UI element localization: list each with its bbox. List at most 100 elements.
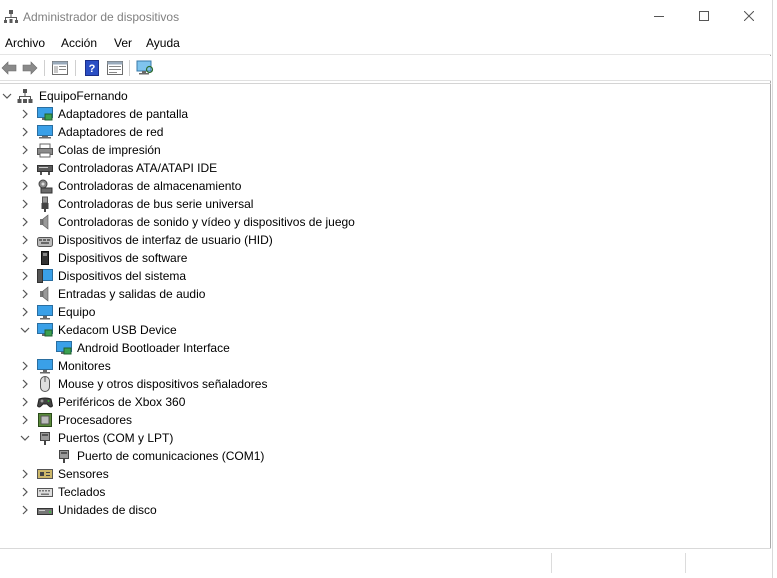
cpu-icon [37, 412, 53, 428]
forward-button[interactable] [21, 59, 39, 77]
toolbar-separator [75, 60, 76, 76]
scan-hardware-icon [136, 60, 154, 75]
help-button[interactable]: ? [83, 59, 101, 77]
tree-item-label: Controladoras de almacenamiento [58, 179, 242, 193]
tree-item-usb-controllers[interactable]: Controladoras de bus serie universal [0, 195, 400, 213]
show-hide-console-tree-button[interactable] [51, 59, 69, 77]
back-arrow-icon [1, 61, 17, 75]
tree-item-ide-controllers[interactable]: Controladoras ATA/ATAPI IDE [0, 159, 400, 177]
network-adapter-icon [37, 124, 53, 140]
tree-item-label: Dispositivos del sistema [58, 269, 187, 283]
tree-item-network-adapters[interactable]: Adaptadores de red [0, 123, 400, 141]
tree-item-print-queues[interactable]: Colas de impresión [0, 141, 400, 159]
chevron-right-icon[interactable] [20, 411, 30, 429]
tree-item-xbox-360-peripherals[interactable]: Periféricos de Xbox 360 [0, 393, 400, 411]
menu-ayuda[interactable]: Ayuda [146, 36, 180, 50]
chevron-right-icon[interactable] [20, 195, 30, 213]
chevron-right-icon[interactable] [20, 375, 30, 393]
display-adapter-icon [37, 106, 53, 122]
tree-item-label: Colas de impresión [58, 143, 161, 157]
minimize-button[interactable] [636, 0, 682, 32]
title-bar: Administrador de dispositivos [0, 0, 771, 32]
tree-item-computer[interactable]: Equipo [0, 303, 400, 321]
speaker-icon [37, 286, 53, 302]
tree-item-label: Mouse y otros dispositivos señaladores [58, 377, 268, 391]
chevron-right-icon[interactable] [20, 141, 30, 159]
action-pane-button[interactable] [106, 59, 124, 77]
port-icon [56, 448, 72, 464]
tree-pane-border [0, 83, 771, 84]
chevron-right-icon[interactable] [20, 303, 30, 321]
tree-item-monitors[interactable]: Monitores [0, 357, 400, 375]
disk-drive-icon [37, 502, 53, 518]
storage-controller-icon [37, 178, 53, 194]
gamepad-icon [36, 394, 54, 410]
background-window-edge [772, 0, 777, 578]
chevron-right-icon[interactable] [20, 501, 30, 519]
tree-item-processors[interactable]: Procesadores [0, 411, 400, 429]
tree-item-label: Periféricos de Xbox 360 [58, 395, 186, 409]
chevron-right-icon[interactable] [20, 231, 30, 249]
menu-ver[interactable]: Ver [114, 36, 132, 50]
toolbar-separator [129, 60, 130, 76]
menu-bar: Archivo Acción Ver Ayuda [0, 32, 771, 54]
chevron-right-icon[interactable] [20, 267, 30, 285]
chevron-right-icon[interactable] [20, 483, 30, 501]
chevron-right-icon[interactable] [20, 123, 30, 141]
chevron-right-icon[interactable] [20, 249, 30, 267]
tree-item-label: Adaptadores de pantalla [58, 107, 189, 121]
tree-child-android-bootloader-interface[interactable]: Android Bootloader Interface [0, 339, 400, 357]
chevron-right-icon[interactable] [20, 285, 30, 303]
tree-item-display-adapters[interactable]: Adaptadores de pantalla [0, 105, 400, 123]
tree-item-label: Equipo [58, 305, 96, 319]
tree-item-disk-drives[interactable]: Unidades de disco [0, 501, 400, 519]
tree-child-com1-port[interactable]: Puerto de comunicaciones (COM1) [0, 447, 400, 465]
tree-item-label: Adaptadores de red [58, 125, 164, 139]
tree-item-ports[interactable]: Puertos (COM y LPT) [0, 429, 400, 447]
chevron-down-icon[interactable] [20, 429, 30, 447]
minimize-icon [654, 16, 664, 17]
chevron-right-icon[interactable] [20, 177, 30, 195]
tree-item-label: Controladoras de sonido y vídeo y dispos… [58, 215, 355, 229]
port-icon [37, 430, 53, 446]
svg-text:?: ? [89, 63, 96, 75]
menu-accion[interactable]: Acción [61, 36, 97, 50]
tree-item-label: Teclados [58, 485, 106, 499]
tree-item-audio-inputs-outputs[interactable]: Entradas y salidas de audio [0, 285, 400, 303]
tree-item-keyboards[interactable]: Teclados [0, 483, 400, 501]
tree-item-software-devices[interactable]: Dispositivos de software [0, 249, 400, 267]
chevron-down-icon[interactable] [20, 321, 30, 339]
tree-item-mice[interactable]: Mouse y otros dispositivos señaladores [0, 375, 400, 393]
computer-tree-icon [17, 88, 33, 104]
tree-item-system-devices[interactable]: Dispositivos del sistema [0, 267, 400, 285]
tree-item-label: Sensores [58, 467, 109, 481]
monitor-icon [37, 358, 53, 374]
back-button[interactable] [0, 59, 18, 77]
tree-item-hid[interactable]: Dispositivos de interfaz de usuario (HID… [0, 231, 400, 249]
window-title: Administrador de dispositivos [23, 10, 180, 24]
maximize-button[interactable] [681, 0, 727, 32]
tree-item-sound-video-controllers[interactable]: Controladoras de sonido y vídeo y dispos… [0, 213, 420, 231]
close-button[interactable] [726, 0, 772, 32]
menu-archivo[interactable]: Archivo [5, 36, 45, 50]
scan-hardware-button[interactable] [136, 59, 154, 77]
chevron-right-icon[interactable] [20, 213, 30, 231]
ide-controller-icon [37, 160, 53, 176]
chevron-down-icon[interactable] [2, 87, 12, 105]
tree-root-node[interactable]: EquipoFernando [0, 87, 300, 105]
tree-item-sensors[interactable]: Sensores [0, 465, 400, 483]
chevron-right-icon[interactable] [20, 393, 30, 411]
chevron-right-icon[interactable] [20, 159, 30, 177]
tree-item-kedacom-usb-device[interactable]: Kedacom USB Device [0, 321, 400, 339]
toolbar-divider [0, 80, 771, 81]
tree-item-label: Unidades de disco [58, 503, 157, 517]
device-tree: EquipoFernando Adaptadores de pantalla A… [0, 86, 771, 546]
tree-item-label: Monitores [58, 359, 111, 373]
chevron-right-icon[interactable] [20, 357, 30, 375]
tree-item-storage-controllers[interactable]: Controladoras de almacenamiento [0, 177, 400, 195]
maximize-icon [699, 11, 709, 21]
chevron-right-icon[interactable] [20, 465, 30, 483]
device-manager-window: Administrador de dispositivos Archivo Ac… [0, 0, 771, 577]
hid-icon [37, 232, 53, 248]
chevron-right-icon[interactable] [20, 105, 30, 123]
